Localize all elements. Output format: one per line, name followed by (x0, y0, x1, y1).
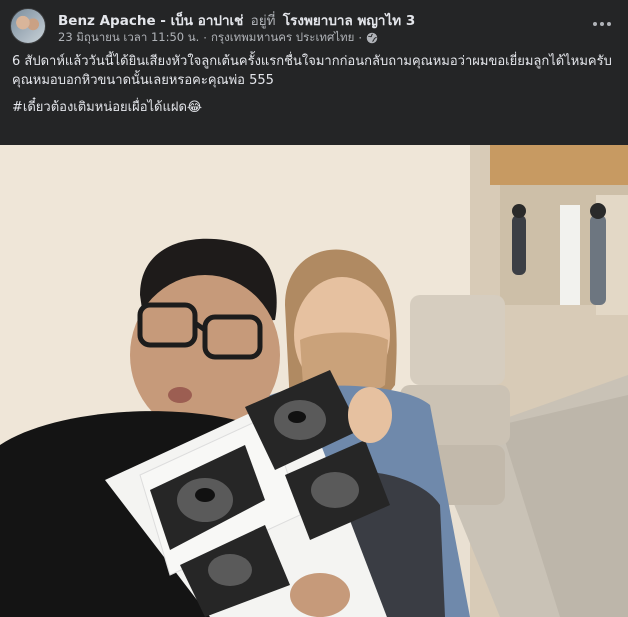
post-location[interactable]: กรุงเทพมหานคร ประเทศไทย (211, 29, 354, 47)
author-avatar[interactable] (10, 8, 46, 44)
more-horizontal-icon (600, 22, 604, 26)
more-horizontal-icon (607, 22, 611, 26)
caption-line: 6 สัปดาห์แล้ววันนี้ได้ยินเสียงหัวใจลูกเต… (12, 54, 612, 69)
photo-illustration (0, 145, 628, 617)
more-horizontal-icon (593, 22, 597, 26)
at-location-label: อยู่ที่ (250, 13, 276, 29)
post-title-line: Benz Apache - เบ็น อาปาเช่ อยู่ที่ โรงพย… (58, 9, 415, 31)
globe-icon[interactable] (366, 32, 378, 44)
post-photo[interactable] (0, 145, 628, 617)
post-caption: 6 สัปดาห์แล้ววันนี้ได้ยินเสียงหัวใจลูกเต… (12, 52, 616, 117)
caption-line: คุณหมอบอกหิวขนาดนั้นเลยหรอคะคุณพ่อ 555 (12, 73, 274, 88)
meta-separator-2: · (358, 31, 363, 45)
author-name[interactable]: Benz Apache - เบ็น อาปาเช่ (58, 13, 243, 29)
hashtag-link[interactable]: #เดี๋ยวต้องเติมหน่อยเผื่อได้แฝด😂 (12, 98, 616, 117)
more-options-button[interactable] (588, 12, 616, 36)
post-meta: 23 มิถุนายน เวลา 11:50 น. · กรุงเทพมหานค… (58, 29, 378, 47)
meta-separator: · (203, 31, 207, 45)
facebook-post: Benz Apache - เบ็น อาปาเช่ อยู่ที่ โรงพย… (0, 0, 628, 617)
post-timestamp[interactable]: 23 มิถุนายน เวลา 11:50 น. (58, 29, 199, 47)
post-header: Benz Apache - เบ็น อาปาเช่ อยู่ที่ โรงพย… (10, 6, 618, 46)
check-in-place[interactable]: โรงพยาบาล พญาไท 3 (283, 13, 415, 29)
